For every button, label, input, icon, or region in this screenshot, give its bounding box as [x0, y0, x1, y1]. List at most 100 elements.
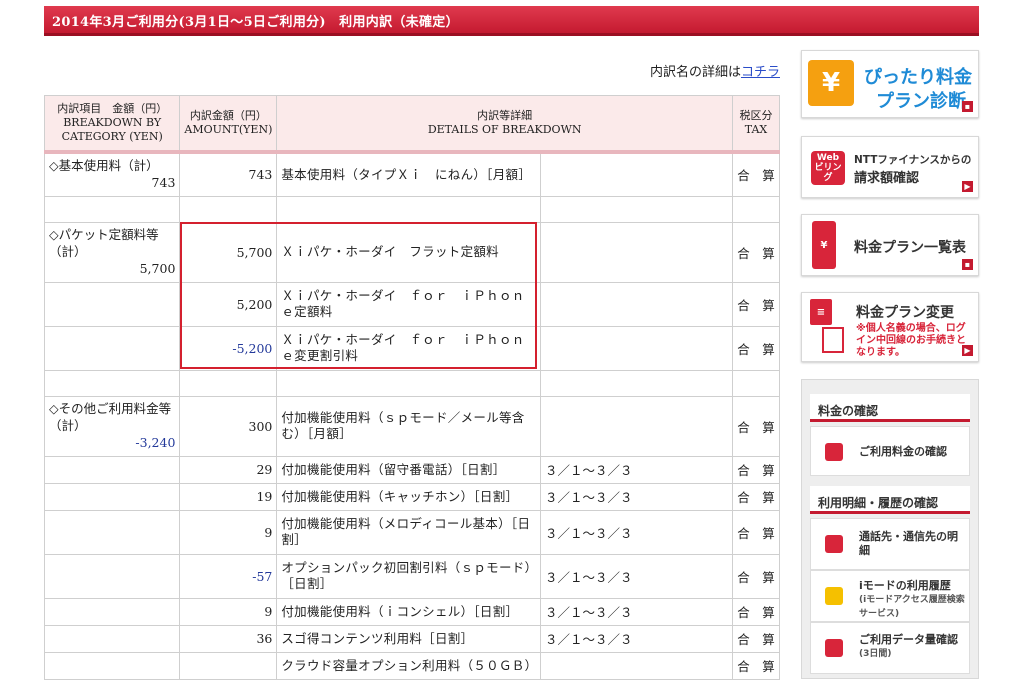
table-row: クラウド容量オプション利用料（５０ＧＢ） 合 算 [43, 651, 781, 680]
amount-cell: 5,200 [179, 281, 278, 327]
breakdown-table: 内訳項目 金額（円） BREAKDOWN BY CATEGORY (YEN) 内… [43, 95, 781, 680]
amount-cell: -57 [179, 553, 278, 599]
category-cell: ◇基本使用料（計） 743 [43, 150, 181, 197]
section-title-history: 利用明細・履歴の確認 [810, 486, 970, 514]
header-category: 内訳項目 金額（円） BREAKDOWN BY CATEGORY (YEN) [43, 95, 181, 153]
table-row-blank [43, 195, 781, 223]
arrow-right-icon: ▶ [962, 345, 973, 356]
amount-cell: 743 [179, 150, 278, 197]
period-cell [540, 150, 733, 197]
tax-cell: 合 算 [731, 553, 781, 599]
amount-cell [179, 651, 278, 680]
banner-label: ぴったり料金 [864, 67, 972, 88]
plan-list-banner[interactable]: ¥ 料金プラン一覧表 ▪ [801, 214, 979, 276]
tax-cell: 合 算 [731, 651, 781, 680]
confirm-panel: 料金の確認 ご利用料金の確認 利用明細・履歴の確認 通話先・通信先の明細 iモー… [801, 379, 979, 679]
banner-label: NTTファイナンスからの [854, 154, 972, 166]
table-row: ◇基本使用料（計） 743 743 基本使用料（タイプＸｉ にねん）［月額］ 合… [43, 150, 781, 197]
table-row: 36 スゴ得コンテンツ利用料［日割］ ３／１〜３／３ 合 算 [43, 624, 781, 653]
tax-cell: 合 算 [731, 624, 781, 653]
yen-icon [825, 443, 843, 461]
usage-charge-link[interactable]: ご利用料金の確認 [810, 426, 970, 476]
yen-icon: ¥ [808, 60, 854, 106]
web-billing-icon: Web ビリング [811, 151, 845, 185]
period-cell: ３／１〜３／３ [540, 624, 733, 653]
detail-note-text: 内訳名の詳細は [649, 65, 741, 80]
description-cell: Ｘｉパケ・ホーダイ フラット定額料 [276, 221, 542, 283]
amount-cell: 5,700 [179, 221, 278, 283]
document-outline-icon [822, 327, 844, 353]
amount-cell: 19 [179, 482, 278, 511]
description-cell: Ｘｉパケ・ホーダイ ｆｏｒ ｉＰｈｏｎｅ変更割引料 [276, 325, 542, 371]
period-cell [540, 325, 733, 371]
amount-cell: 9 [179, 509, 278, 555]
data-usage-link[interactable]: ご利用データ量確認 (3日間) [810, 622, 970, 674]
tax-cell: 合 算 [731, 281, 781, 327]
table-row: ◇パケット定額料等（計） 5,700 5,700 Ｘｉパケ・ホーダイ フラット定… [43, 221, 781, 283]
description-cell: Ｘｉパケ・ホーダイ ｆｏｒ ｉＰｈｏｎｅ定額料 [276, 281, 542, 327]
table-row: 9 付加機能使用料（メロディコール基本）［日割］ ３／１〜３／３ 合 算 [43, 509, 781, 555]
period-cell: ３／１〜３／３ [540, 553, 733, 599]
table-row-blank [43, 369, 781, 397]
description-cell: 付加機能使用料（キャッチホン）［日割］ [276, 482, 542, 511]
category-cell: ◇その他ご利用料金等（計） -3,240 [43, 395, 181, 457]
banner-label: プラン診断 [876, 91, 966, 112]
category-cell: ◇パケット定額料等（計） 5,700 [43, 221, 181, 283]
banner-label: 請求額確認 [854, 171, 920, 186]
amount-cell: 36 [179, 624, 278, 653]
table-row: 19 付加機能使用料（キャッチホン）［日割］ ３／１〜３／３ 合 算 [43, 482, 781, 511]
period-cell: ３／１〜３／３ [540, 509, 733, 555]
period-cell [540, 281, 733, 327]
banner-label: 料金プラン変更 [856, 305, 954, 321]
header-tax: 税区分 TAX [731, 95, 781, 153]
table-row: 29 付加機能使用料（留守番電話）［日割］ ３／１〜３／３ 合 算 [43, 455, 781, 484]
cube-icon [825, 639, 843, 657]
table-row: 9 付加機能使用料（ｉコンシェル）［日割］ ３／１〜３／３ 合 算 [43, 597, 781, 626]
period-cell: ３／１〜３／３ [540, 482, 733, 511]
phone-yen-icon: ¥ [812, 221, 836, 269]
tax-cell: 合 算 [731, 221, 781, 283]
period-cell: ３／１〜３／３ [540, 455, 733, 484]
period-cell [540, 395, 733, 457]
arrow-right-icon: ▶ [962, 181, 973, 192]
plan-diagnosis-banner[interactable]: ¥ ぴったり料金 プラン診断 ▪ [801, 50, 979, 118]
web-billing-banner[interactable]: Web ビリング NTTファイナンスからの 請求額確認 ▶ [801, 136, 979, 198]
description-cell: 付加機能使用料（メロディコール基本）［日割］ [276, 509, 542, 555]
period-cell [540, 221, 733, 283]
external-link-icon: ▪ [962, 101, 973, 112]
amount-cell: 300 [179, 395, 278, 457]
detail-link[interactable]: コチラ [741, 65, 780, 80]
description-cell: 付加機能使用料（ｉコンシェル）［日割］ [276, 597, 542, 626]
document-icon: ≡ [810, 299, 832, 325]
category-cell [43, 281, 181, 327]
table-row: ◇その他ご利用料金等（計） -3,240 300 付加機能使用料（ｓｐモード／メ… [43, 395, 781, 457]
banner-label: 料金プラン一覧表 [854, 240, 966, 256]
description-cell: スゴ得コンテンツ利用料［日割］ [276, 624, 542, 653]
tax-cell: 合 算 [731, 325, 781, 371]
period-cell: ３／１〜３／３ [540, 597, 733, 626]
page-header: 2014年3月ご利用分(3月1日〜5日ご利用分) 利用内訳（未確定） [44, 6, 979, 36]
description-cell: オプションパック初回割引料（ｓｐモード）［日割］ [276, 553, 542, 599]
call-detail-link[interactable]: 通話先・通信先の明細 [810, 518, 970, 570]
table-row: -5,200 Ｘｉパケ・ホーダイ ｆｏｒ ｉＰｈｏｎｅ変更割引料 合 算 [43, 325, 781, 371]
period-cell [540, 651, 733, 680]
tax-cell: 合 算 [731, 597, 781, 626]
detail-note: 内訳名の詳細はコチラ [650, 61, 780, 80]
tax-cell: 合 算 [731, 482, 781, 511]
imode-history-link[interactable]: iモードの利用履歴 (iモードアクセス履歴検索サービス) [810, 570, 970, 622]
plan-change-banner[interactable]: ≡ 料金プラン変更 ※個人名義の場合、ログイン中回線のお手続きとなります。 ▶ [801, 292, 979, 362]
tax-cell: 合 算 [731, 395, 781, 457]
tax-cell: 合 算 [731, 455, 781, 484]
tax-cell: 合 算 [731, 509, 781, 555]
table-row: 5,200 Ｘｉパケ・ホーダイ ｆｏｒ ｉＰｈｏｎｅ定額料 合 算 [43, 281, 781, 327]
description-cell: クラウド容量オプション利用料（５０ＧＢ） [276, 651, 542, 680]
page-title: 2014年3月ご利用分(3月1日〜5日ご利用分) 利用内訳（未確定） [52, 15, 459, 30]
category-cell [43, 325, 181, 371]
table-row: -57 オプションパック初回割引料（ｓｐモード）［日割］ ３／１〜３／３ 合 算 [43, 553, 781, 599]
description-cell: 付加機能使用料（ｓｐモード／メール等含む）［月額］ [276, 395, 542, 457]
description-cell: 付加機能使用料（留守番電話）［日割］ [276, 455, 542, 484]
banner-note: ※個人名義の場合、ログイン中回線のお手続きとなります。 [856, 323, 966, 358]
amount-cell: 9 [179, 597, 278, 626]
description-cell: 基本使用料（タイプＸｉ にねん）［月額］ [276, 150, 542, 197]
amount-cell: -5,200 [179, 325, 278, 371]
